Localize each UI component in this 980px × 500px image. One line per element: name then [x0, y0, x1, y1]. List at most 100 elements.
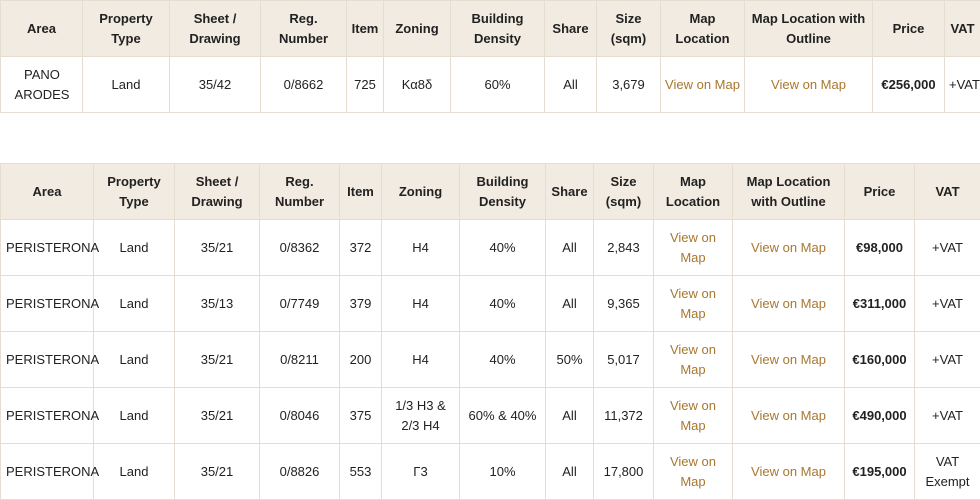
property-table-peristerona: Area Property Type Sheet / Drawing Reg. Number… [0, 163, 980, 500]
cell-size: 3,679 [596, 56, 661, 113]
cell-vat: +VAT [914, 387, 980, 444]
cell-map-outline: View on Map [732, 331, 845, 388]
header-area: Area [0, 0, 83, 57]
table-row: PERISTERONA Land 35/21 0/8362 372 H4 40% All 2,8… [0, 219, 980, 276]
header-share: Share [544, 0, 597, 57]
header-size: Size (sqm) [593, 163, 654, 220]
table-row: PERISTERONA Land 35/13 0/7749 379 H4 40% All 9,3… [0, 275, 980, 332]
view-on-map-link[interactable]: View on Map [670, 342, 716, 377]
header-zoning: Zoning [383, 0, 451, 57]
cell-sheet-drawing: 35/21 [174, 443, 260, 500]
cell-item: 379 [339, 275, 382, 332]
cell-size: 9,365 [593, 275, 654, 332]
header-item: Item [339, 163, 382, 220]
cell-price: €98,000 [844, 219, 915, 276]
header-share: Share [545, 163, 594, 220]
cell-map-outline: View on Map [732, 443, 845, 500]
view-on-map-link[interactable]: View on Map [665, 77, 740, 92]
cell-vat: +VAT [914, 219, 980, 276]
view-on-map-link[interactable]: View on Map [670, 230, 716, 265]
header-zoning: Zoning [381, 163, 460, 220]
header-vat: VAT [914, 163, 980, 220]
cell-reg-number: 0/8046 [259, 387, 340, 444]
cell-vat: +VAT [944, 56, 980, 113]
cell-reg-number: 0/8662 [260, 56, 347, 113]
cell-reg-number: 0/8362 [259, 219, 340, 276]
header-sheet-drawing: Sheet / Drawing [174, 163, 260, 220]
cell-price: €490,000 [844, 387, 915, 444]
cell-item: 200 [339, 331, 382, 388]
header-building-density: Building Density [450, 0, 545, 57]
cell-map-outline: View on Map [732, 387, 845, 444]
view-outline-map-link[interactable]: View on Map [771, 77, 846, 92]
cell-vat: VAT Exempt [914, 443, 980, 500]
cell-property-type: Land [93, 331, 175, 388]
cell-sheet-drawing: 35/21 [174, 219, 260, 276]
header-building-density: Building Density [459, 163, 546, 220]
cell-reg-number: 0/8826 [259, 443, 340, 500]
cell-building-density: 60% [450, 56, 545, 113]
header-map-outline: Map Location with Outline [744, 0, 873, 57]
cell-map-location: View on Map [660, 56, 745, 113]
cell-price: €195,000 [844, 443, 915, 500]
cell-reg-number: 0/7749 [259, 275, 340, 332]
cell-sheet-drawing: 35/21 [174, 387, 260, 444]
cell-item: 725 [346, 56, 384, 113]
view-outline-map-link[interactable]: View on Map [751, 296, 826, 311]
header-map-location: Map Location [660, 0, 745, 57]
view-on-map-link[interactable]: View on Map [670, 286, 716, 321]
cell-price: €256,000 [872, 56, 945, 113]
cell-sheet-drawing: 35/42 [169, 56, 261, 113]
view-outline-map-link[interactable]: View on Map [751, 464, 826, 479]
cell-zoning: H4 [381, 331, 460, 388]
cell-share: All [544, 56, 597, 113]
cell-share: All [545, 387, 594, 444]
cell-map-location: View on Map [653, 219, 733, 276]
cell-map-outline: View on Map [732, 275, 845, 332]
cell-area: PERISTERONA [0, 219, 99, 276]
cell-size: 5,017 [593, 331, 654, 388]
cell-share: All [545, 443, 594, 500]
view-outline-map-link[interactable]: View on Map [751, 352, 826, 367]
cell-size: 2,843 [593, 219, 654, 276]
table-header-row: Area Property Type Sheet / Drawing Reg. Number… [0, 163, 980, 220]
header-area: Area [0, 163, 94, 220]
cell-area: PERISTERONA [0, 387, 99, 444]
cell-building-density: 10% [459, 443, 546, 500]
cell-area: PERISTERONA [0, 275, 99, 332]
cell-property-type: Land [93, 275, 175, 332]
cell-price: €160,000 [844, 331, 915, 388]
header-vat: VAT [944, 0, 980, 57]
header-property-type: Property Type [82, 0, 170, 57]
cell-share: 50% [545, 331, 594, 388]
header-sheet-drawing: Sheet / Drawing [169, 0, 261, 57]
cell-item: 375 [339, 387, 382, 444]
cell-building-density: 40% [459, 331, 546, 388]
cell-size: 17,800 [593, 443, 654, 500]
view-outline-map-link[interactable]: View on Map [751, 240, 826, 255]
header-map-outline: Map Location with Outline [732, 163, 845, 220]
view-outline-map-link[interactable]: View on Map [751, 408, 826, 423]
cell-map-outline: View on Map [744, 56, 873, 113]
cell-map-location: View on Map [653, 387, 733, 444]
header-price: Price [872, 0, 945, 57]
cell-size: 11,372 [593, 387, 654, 444]
cell-share: All [545, 219, 594, 276]
cell-zoning: H4 [381, 219, 460, 276]
cell-vat: +VAT [914, 331, 980, 388]
header-reg-number: Reg. Number [260, 0, 347, 57]
property-table-pano-arodes: Area Property Type Sheet / Drawing Reg. Number… [0, 0, 980, 113]
cell-zoning: Γ3 [381, 443, 460, 500]
cell-property-type: Land [93, 387, 175, 444]
cell-zoning: Κα8δ [383, 56, 451, 113]
cell-property-type: Land [93, 219, 175, 276]
cell-map-location: View on Map [653, 443, 733, 500]
header-item: Item [346, 0, 384, 57]
header-reg-number: Reg. Number [259, 163, 340, 220]
view-on-map-link[interactable]: View on Map [670, 398, 716, 433]
cell-reg-number: 0/8211 [259, 331, 340, 388]
cell-item: 553 [339, 443, 382, 500]
header-map-location: Map Location [653, 163, 733, 220]
view-on-map-link[interactable]: View on Map [670, 454, 716, 489]
cell-building-density: 60% & 40% [459, 387, 546, 444]
